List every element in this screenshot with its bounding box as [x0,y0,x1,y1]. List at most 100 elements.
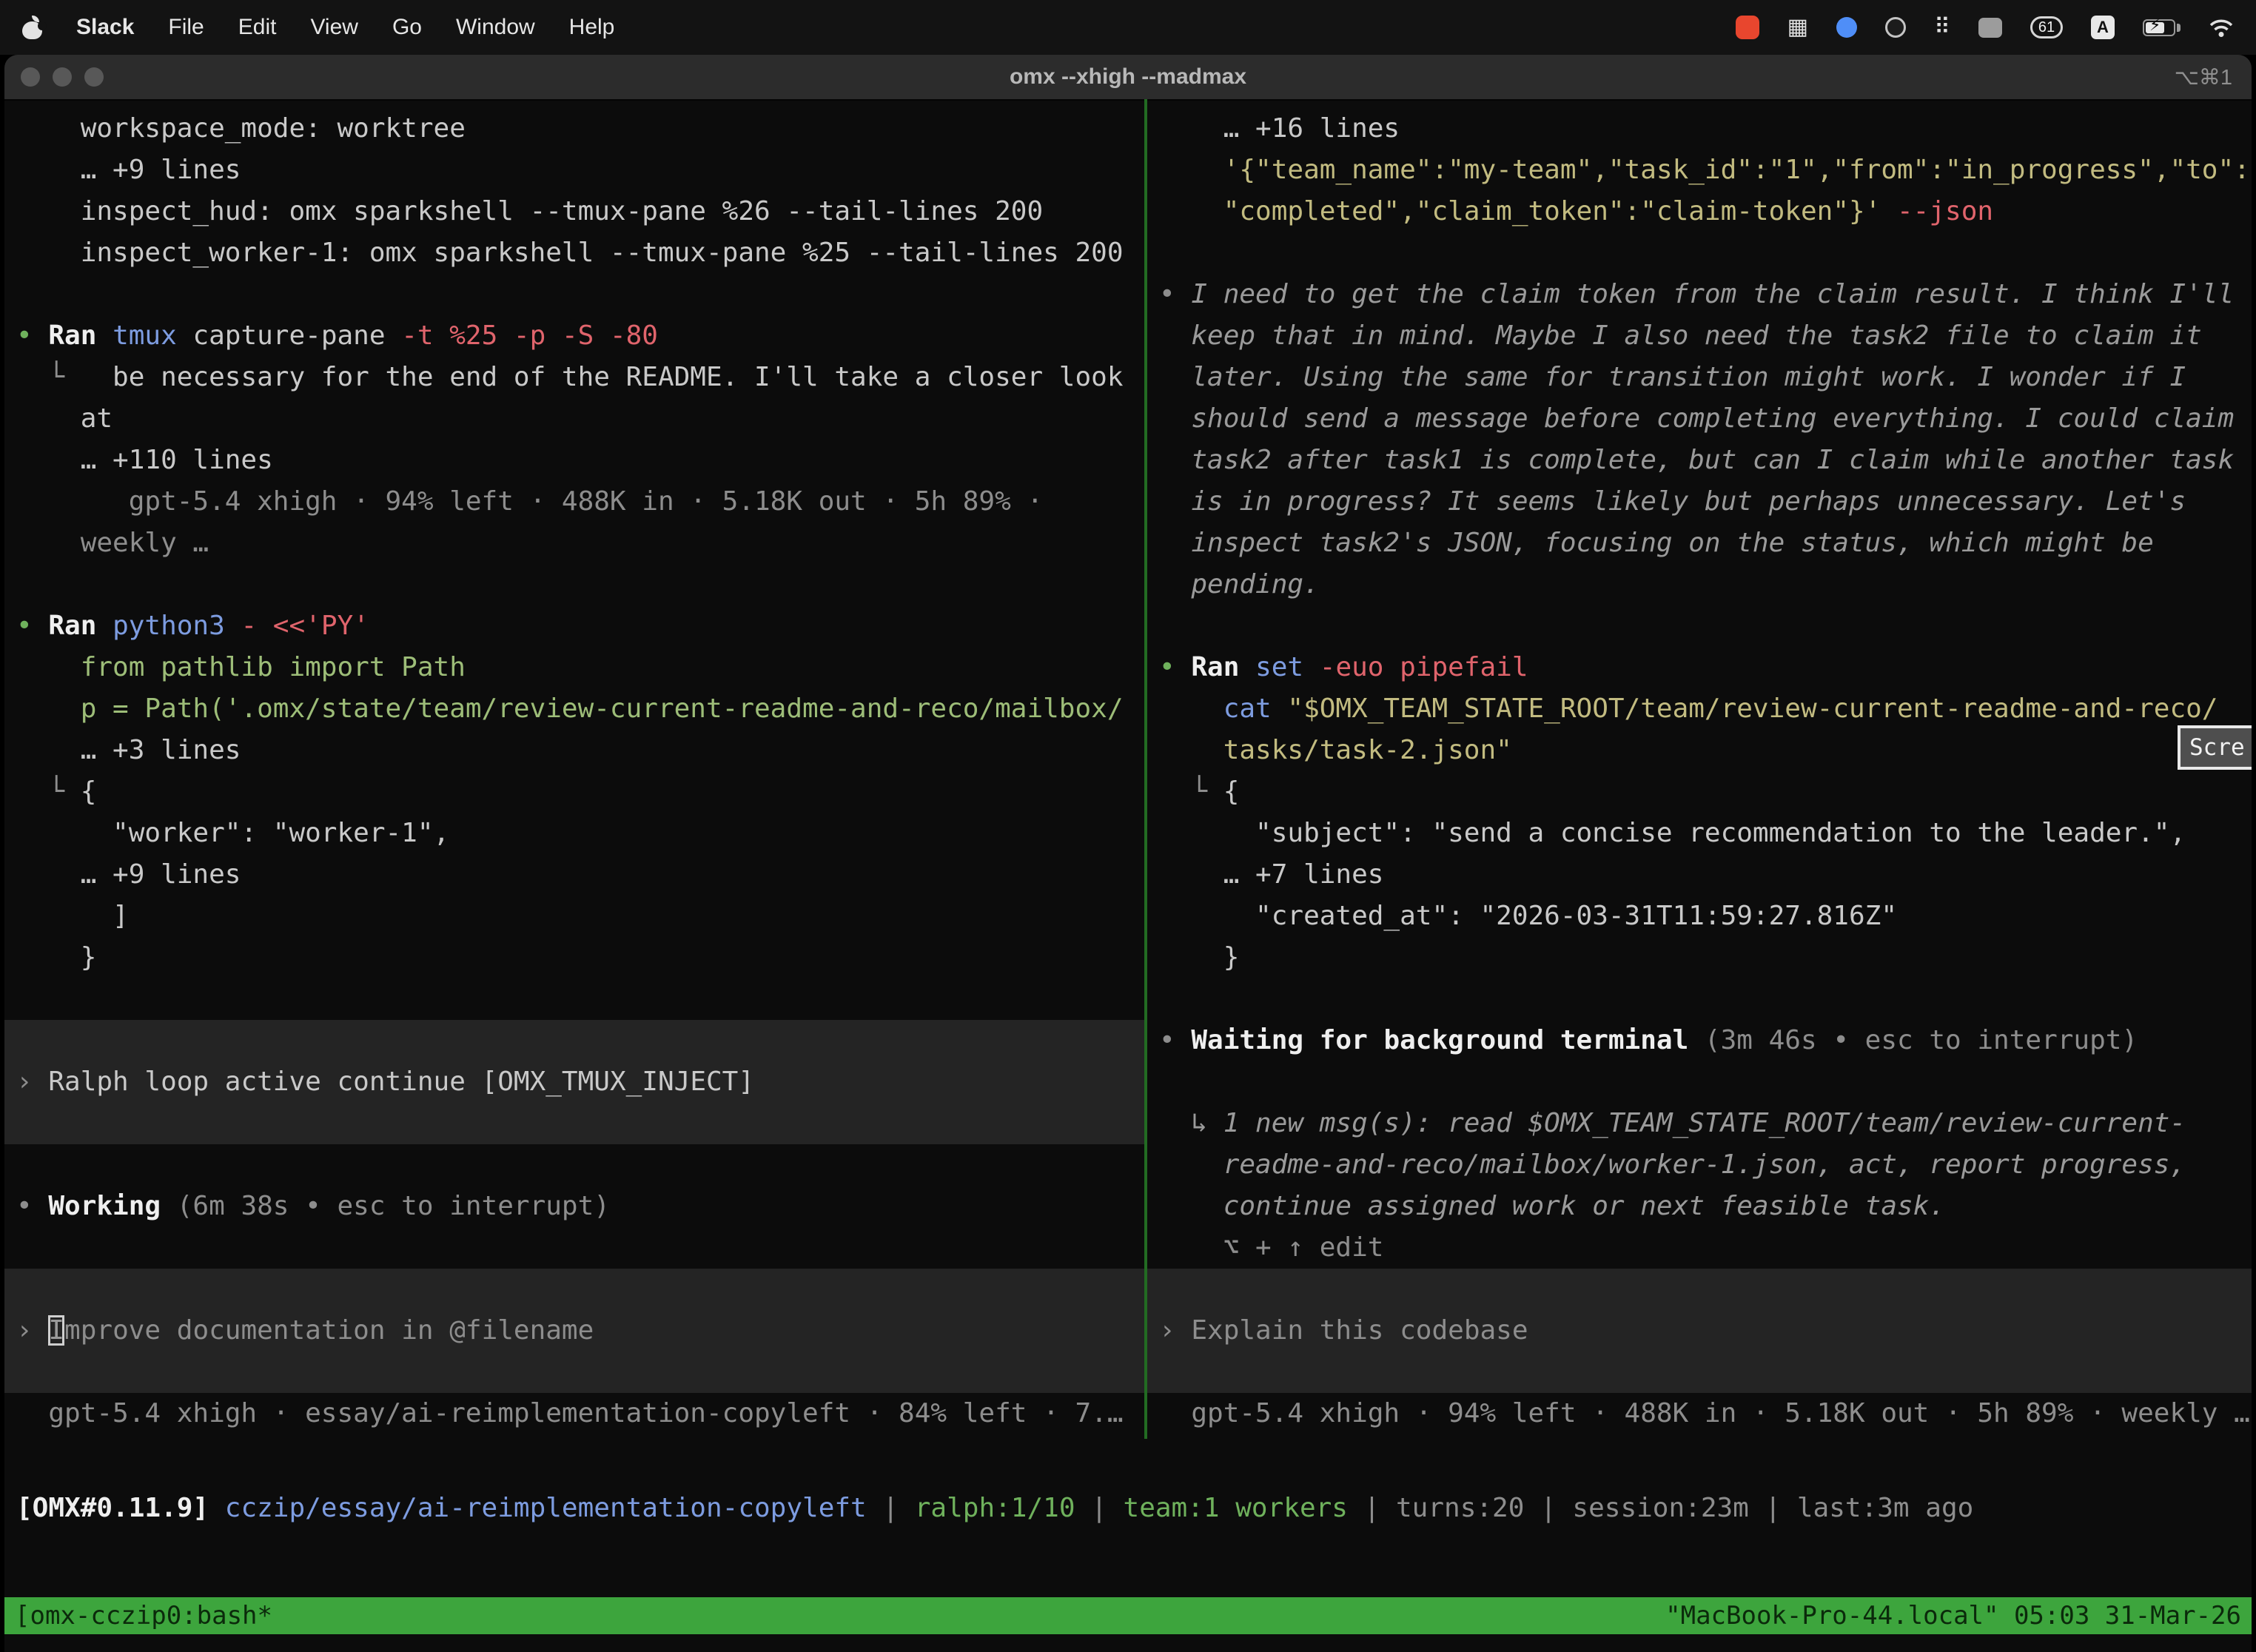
prompt-line[interactable]: › Explain this codebase [1147,1310,2252,1352]
menu-item-go[interactable]: Go [392,15,422,40]
terminal-line: readme-and-reco/mailbox/worker-1.json, a… [1147,1144,2252,1186]
terminal-line: gpt-5.4 xhigh · 94% left · 488K in · 5.1… [4,481,1144,523]
terminal-line: … +110 lines [4,440,1144,481]
terminal-line: tasks/task-2.json" [1147,730,2252,771]
battery-icon[interactable]: ⚡ [2143,19,2181,36]
tmux-panes: workspace_mode: worktree … +9 lines insp… [4,99,2252,1498]
active-app-menu[interactable]: Slack [76,15,134,40]
minimize-button[interactable] [53,67,72,87]
window-title-bar[interactable]: omx --xhigh --madmax ⌥⌘1 [4,55,2252,101]
menu-item-window[interactable]: Window [456,15,535,40]
charging-bolt-icon: ⚡ [2149,16,2161,35]
traffic-lights [21,55,104,99]
prompt-line[interactable] [4,1269,1144,1310]
prompt-line[interactable] [4,1352,1144,1393]
menu-bar-left: Slack File Edit View Go Window Help [22,15,614,40]
prompt-band[interactable]: › Ralph loop active continue [OMX_TMUX_I… [4,1020,1144,1144]
terminal-line: … +9 lines [4,854,1144,896]
dots-grid-icon[interactable]: ⠿ [1934,16,1950,39]
terminal-line: inspect_worker-1: omx sparkshell --tmux-… [4,232,1144,274]
input-source-icon[interactable]: A [2091,16,2115,39]
screenshot-thumbnail-popup[interactable]: Scre [2178,725,2252,770]
terminal-line: … +16 lines [1147,108,2252,150]
terminal-line [1147,232,2252,274]
terminal-block: gpt-5.4 xhigh · essay/ai-reimplementatio… [4,1393,1144,1434]
dark-app-icon[interactable] [1885,17,1906,38]
badge-61-icon[interactable]: 61 [2030,16,2063,38]
terminal-line: workspace_mode: worktree [4,108,1144,150]
terminal-line: • Working (6m 38s • esc to interrupt) [4,1186,1144,1227]
menu-item-help[interactable]: Help [569,15,615,40]
terminal-line [1147,1061,2252,1103]
terminal-line: └ { [4,771,1144,813]
terminal-line [4,564,1144,605]
terminal-line: continue assigned work or next feasible … [1147,1186,2252,1227]
terminal-block: • Working (6m 38s • esc to interrupt) [4,1144,1144,1269]
menu-item-view[interactable]: View [310,15,357,40]
terminal-line: … +3 lines [4,730,1144,771]
terminal-line: • Ran set -euo pipefail [1147,647,2252,688]
terminal-line: "completed","claim_token":"claim-token"}… [1147,191,2252,232]
terminal-line: └ { [1147,771,2252,813]
terminal-window: omx --xhigh --madmax ⌥⌘1 workspace_mode:… [4,55,2252,1652]
tmux-status-bar: [omx-cczip0:bash* "MacBook-Pro-44.local"… [4,1597,2252,1634]
prompt-line[interactable]: › Ralph loop active continue [OMX_TMUX_I… [4,1061,1144,1103]
terminal-line [4,978,1144,1020]
tmux-host-clock: "MacBook-Pro-44.local" 05:03 31-Mar-26 [1665,1597,2241,1634]
terminal-line: pending. [1147,564,2252,605]
terminal-line: p = Path('.omx/state/team/review-current… [4,688,1144,730]
prompt-band[interactable]: › Explain this codebase [1147,1269,2252,1393]
zoom-button[interactable] [84,67,104,87]
terminal-line [4,1227,1144,1269]
terminal-line: } [1147,937,2252,978]
terminal-line: inspect_hud: omx sparkshell --tmux-pane … [4,191,1144,232]
terminal-line: … +9 lines [4,150,1144,191]
terminal-line: keep that in mind. Maybe I also need the… [1147,315,2252,357]
terminal-line: task2 after task1 is complete, but can I… [1147,440,2252,481]
terminal-line: "worker": "worker-1", [4,813,1144,854]
prompt-line[interactable] [1147,1269,2252,1310]
apple-menu-icon[interactable] [22,16,42,39]
terminal-block: … +16 lines '{"team_name":"my-team","tas… [1147,108,2252,1269]
app-menus: File Edit View Go Window Help [168,15,614,40]
window-grid-icon[interactable]: ▦ [1787,16,1808,39]
terminal-line: ↳ 1 new msg(s): read $OMX_TEAM_STATE_ROO… [1147,1103,2252,1144]
terminal-line: • I need to get the claim token from the… [1147,274,2252,315]
menu-item-file[interactable]: File [168,15,204,40]
close-button[interactable] [21,67,40,87]
terminal-line: cat "$OMX_TEAM_STATE_ROOT/team/review-cu… [1147,688,2252,730]
terminal-line [1147,605,2252,647]
prompt-line[interactable] [1147,1352,2252,1393]
terminal-line: is in progress? It seems likely but perh… [1147,481,2252,523]
terminal-line: • Ran tmux capture-pane -t %25 -p -S -80 [4,315,1144,357]
terminal-line: should send a message before completing … [1147,398,2252,440]
terminal-block: gpt-5.4 xhigh · 94% left · 488K in · 5.1… [1147,1393,2252,1434]
terminal-line: ] [4,896,1144,937]
menu-item-edit[interactable]: Edit [238,15,277,40]
omx-status-line: [OMX#0.11.9] cczip/essay/ai-reimplementa… [16,1488,2252,1529]
terminal-line: later. Using the same for transition mig… [1147,357,2252,398]
terminal-line: … +7 lines [1147,854,2252,896]
terminal-block: workspace_mode: worktree … +9 lines insp… [4,108,1144,1020]
terminal-line [4,1144,1144,1186]
prompt-band[interactable]: › Improve documentation in @filename [4,1269,1144,1393]
terminal-line: "subject": "send a concise recommendatio… [1147,813,2252,854]
tmux-pane-left[interactable]: workspace_mode: worktree … +9 lines insp… [4,99,1144,1439]
blue-app-icon[interactable] [1836,17,1857,38]
prompt-line[interactable]: › Improve documentation in @filename [4,1310,1144,1352]
screen-recording-indicator-icon[interactable] [1736,16,1759,39]
terminal-line: gpt-5.4 xhigh · essay/ai-reimplementatio… [4,1393,1144,1434]
terminal-line: • Waiting for background terminal (3m 46… [1147,1020,2252,1061]
prompt-line[interactable] [4,1020,1144,1061]
wifi-icon[interactable] [2209,17,2234,38]
terminal-line: inspect task2's JSON, focusing on the st… [1147,523,2252,564]
menubar-status-icons: ▦ ⠿ 61 A ⚡ [1736,16,2234,39]
terminal-line [1147,978,2252,1020]
prompt-line[interactable] [4,1103,1144,1144]
key-icon[interactable] [1978,18,2002,38]
terminal-line: from pathlib import Path [4,647,1144,688]
terminal-line: weekly … [4,523,1144,564]
terminal-line [4,274,1144,315]
terminal-line: '{"team_name":"my-team","task_id":"1","f… [1147,150,2252,191]
tmux-pane-right[interactable]: … +16 lines '{"team_name":"my-team","tas… [1147,99,2252,1439]
